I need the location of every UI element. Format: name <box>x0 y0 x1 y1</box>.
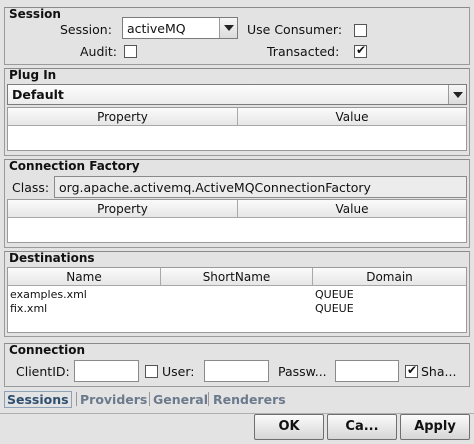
password-field[interactable] <box>335 360 399 382</box>
clientid-field[interactable] <box>74 360 139 382</box>
destinations-table[interactable]: Name ShortName Domain examples.xml QUEUE… <box>7 267 467 333</box>
column-header-name[interactable]: Name <box>8 268 161 286</box>
audit-checkbox[interactable] <box>124 45 137 58</box>
audit-label: Audit: <box>80 44 117 59</box>
plugin-panel-title: Plug In <box>9 68 57 82</box>
column-header-shortname[interactable]: ShortName <box>161 268 313 286</box>
apply-button[interactable]: Apply <box>400 414 470 440</box>
tab-general[interactable]: General <box>153 392 208 407</box>
session-combo-value: activeMQ <box>127 21 186 36</box>
column-header-property[interactable]: Property <box>8 108 238 126</box>
use-consumer-label: Use Consumer: <box>247 22 343 37</box>
table-row[interactable]: examples.xml QUEUE <box>8 287 466 301</box>
column-header-value[interactable]: Value <box>238 108 466 126</box>
table-header: Property Value <box>8 200 466 218</box>
session-combo[interactable]: activeMQ <box>122 17 238 39</box>
destinations-title: Destinations <box>9 251 95 265</box>
ok-button[interactable]: OK <box>254 414 324 440</box>
factory-properties-table[interactable]: Property Value <box>7 199 467 243</box>
tab-divider <box>208 392 209 406</box>
column-header-domain[interactable]: Domain <box>313 268 466 286</box>
user-checkbox[interactable] <box>145 365 158 378</box>
transacted-label: Transacted: <box>267 44 340 59</box>
shared-checkbox[interactable]: ✔ <box>405 363 418 378</box>
plugin-combo-value: Default <box>12 87 64 102</box>
plugin-properties-table[interactable]: Property Value <box>7 107 467 151</box>
session-label: Session: <box>60 22 112 37</box>
tab-divider <box>76 392 77 406</box>
cell-domain: QUEUE <box>315 302 354 315</box>
class-field[interactable]: org.apache.activemq.ActiveMQConnectionFa… <box>54 176 467 198</box>
use-consumer-checkbox[interactable] <box>354 24 367 37</box>
column-header-value[interactable]: Value <box>238 200 466 218</box>
class-field-value: org.apache.activemq.ActiveMQConnectionFa… <box>59 180 371 195</box>
chevron-down-icon <box>224 25 234 31</box>
table-row[interactable]: fix.xml QUEUE <box>8 301 466 315</box>
cancel-button[interactable]: Ca... <box>327 414 397 440</box>
column-header-property[interactable]: Property <box>8 200 238 218</box>
checkmark-icon: ✔ <box>406 363 418 377</box>
session-panel-title: Session <box>9 7 61 21</box>
user-label: User: <box>162 364 195 379</box>
cell-name: fix.xml <box>10 302 48 315</box>
tab-sessions[interactable]: Sessions <box>4 391 72 408</box>
tab-renderers[interactable]: Renderers <box>213 392 286 407</box>
shared-label: Sha... <box>421 364 457 379</box>
session-dropdown-button[interactable] <box>219 18 237 38</box>
table-header: Property Value <box>8 108 466 126</box>
plugin-combo[interactable]: Default <box>7 84 467 105</box>
connection-factory-title: Connection Factory <box>9 159 140 173</box>
transacted-checkbox[interactable]: ✔ <box>354 43 367 58</box>
clientid-label: ClientID: <box>16 364 70 379</box>
class-label: Class: <box>12 180 50 195</box>
tab-divider <box>149 392 150 406</box>
plugin-dropdown-button[interactable] <box>448 85 466 104</box>
user-field[interactable] <box>204 360 269 382</box>
password-label: Passw... <box>278 364 327 379</box>
tab-providers[interactable]: Providers <box>80 392 147 407</box>
connection-title: Connection <box>9 343 86 357</box>
checkmark-icon: ✔ <box>355 43 367 57</box>
chevron-down-icon <box>453 92 463 98</box>
cell-domain: QUEUE <box>315 288 354 301</box>
table-header: Name ShortName Domain <box>8 268 466 286</box>
cell-name: examples.xml <box>10 288 87 301</box>
